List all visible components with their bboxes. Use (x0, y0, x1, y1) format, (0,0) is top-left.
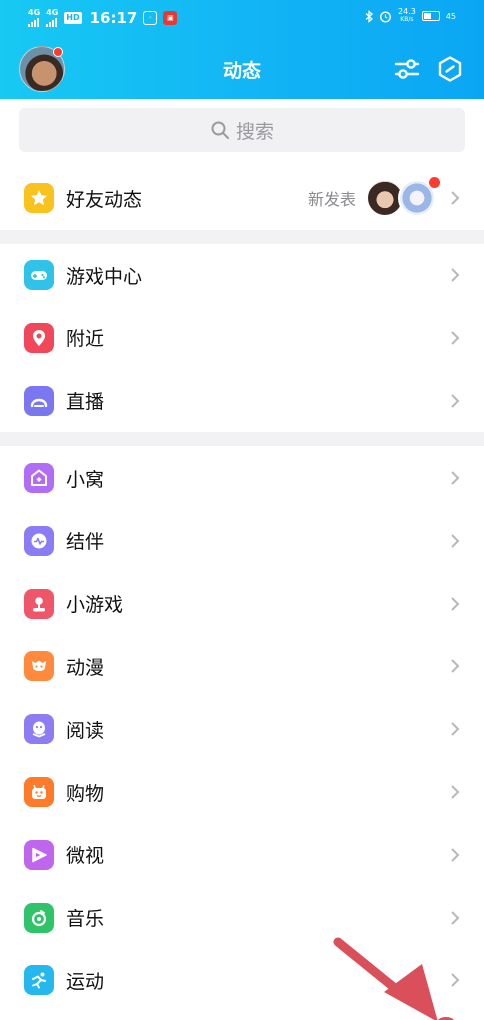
friend-feed-label: 好友动态 (66, 188, 143, 211)
menu-row-label: 小游戏 (66, 594, 124, 617)
menu-row-label: 附近 (66, 328, 105, 351)
menu-row-label: 动漫 (66, 656, 105, 679)
star-icon (24, 183, 54, 213)
chevron-right-icon (451, 848, 460, 862)
penguin-book-icon (24, 714, 54, 745)
notification-dot (429, 177, 440, 188)
menu-row[interactable]: 游戏中心 (0, 244, 484, 306)
menu-row-label: 直播 (66, 391, 105, 414)
chevron-right-icon (451, 596, 460, 611)
network-type-label: 4G (46, 8, 59, 17)
signal-indicator-2: 4G (46, 8, 58, 27)
friend-feed-row[interactable]: 好友动态 新发表 (0, 167, 484, 229)
menu-row-label: 结伴 (66, 531, 105, 554)
live-icon (24, 385, 54, 416)
clock: 16:17 (89, 8, 138, 27)
hd-badge: HD (64, 11, 82, 24)
battery-icon (421, 11, 440, 21)
chevron-right-icon (451, 722, 460, 736)
search-bar[interactable]: 搜索 (19, 108, 465, 152)
search-icon (211, 121, 229, 139)
running-icon (24, 965, 54, 996)
chevron-right-icon (451, 331, 460, 345)
menu-row-label: 阅读 (66, 719, 105, 742)
battery-level: 45 (445, 11, 456, 21)
chevron-right-icon (451, 471, 460, 485)
home-icon (24, 463, 54, 493)
signal-indicator-1: 4G (28, 8, 40, 27)
play-icon (24, 839, 54, 870)
annotation-arrow (333, 937, 454, 1020)
speed-unit: KB/s (400, 16, 414, 23)
menu-row[interactable]: 阅读 (0, 698, 484, 760)
location-pin-icon (24, 322, 54, 353)
search-placeholder: 搜索 (235, 120, 274, 143)
menu-row[interactable]: 购物 (0, 761, 484, 823)
chevron-right-icon (451, 268, 460, 282)
header-bar: 4G 4G HD 16:17 ◦ ▣ 24.3 KB/s 45 动态 (0, 0, 484, 99)
chevron-right-icon (451, 659, 460, 674)
friend-feed-status: 新发表 (307, 190, 356, 209)
shopping-icon (24, 777, 54, 807)
filter-settings-icon[interactable] (393, 56, 421, 82)
menu-row[interactable]: 附近 (0, 307, 484, 369)
chevron-right-icon (451, 393, 460, 408)
menu-row[interactable]: 小窝 (0, 447, 484, 509)
speed-value: 24.3 (398, 7, 416, 16)
menu-row-label: 运动 (66, 970, 105, 993)
alarm-icon (379, 10, 392, 23)
menu-row-label: 小窝 (66, 468, 105, 491)
music-icon (24, 902, 54, 933)
notification-icon: ◦ (143, 10, 158, 25)
chevron-right-icon (451, 910, 460, 925)
menu-row[interactable]: 直播 (0, 370, 484, 432)
anime-face-icon (24, 651, 54, 682)
menu-row[interactable]: 结伴 (0, 510, 484, 572)
manage-icon[interactable] (436, 55, 464, 83)
menu-row-label: 音乐 (66, 908, 105, 931)
chevron-right-icon (451, 785, 460, 799)
app-notification-icon: ▣ (163, 10, 178, 25)
menu-row-label: 游戏中心 (66, 265, 143, 288)
chevron-right-icon (451, 534, 460, 548)
menu-row[interactable]: 动漫 (0, 635, 484, 697)
friend-feed-preview: 新发表 (307, 177, 440, 217)
gamepad-icon (24, 260, 54, 290)
menu-row-label: 购物 (66, 782, 105, 805)
network-type-label: 4G (28, 8, 41, 17)
menu-row[interactable]: 微视 (0, 824, 484, 886)
status-bar: 4G 4G HD 16:17 ◦ ▣ 24.3 KB/s 45 (0, 0, 484, 36)
pulse-chat-icon (24, 525, 54, 556)
joystick-icon (24, 588, 54, 619)
network-speed: 24.3 KB/s (398, 8, 416, 24)
menu-row-label: 微视 (66, 845, 105, 868)
bluetooth-icon (365, 9, 373, 23)
chevron-right-icon (451, 191, 460, 205)
menu-row[interactable]: 小游戏 (0, 573, 484, 635)
